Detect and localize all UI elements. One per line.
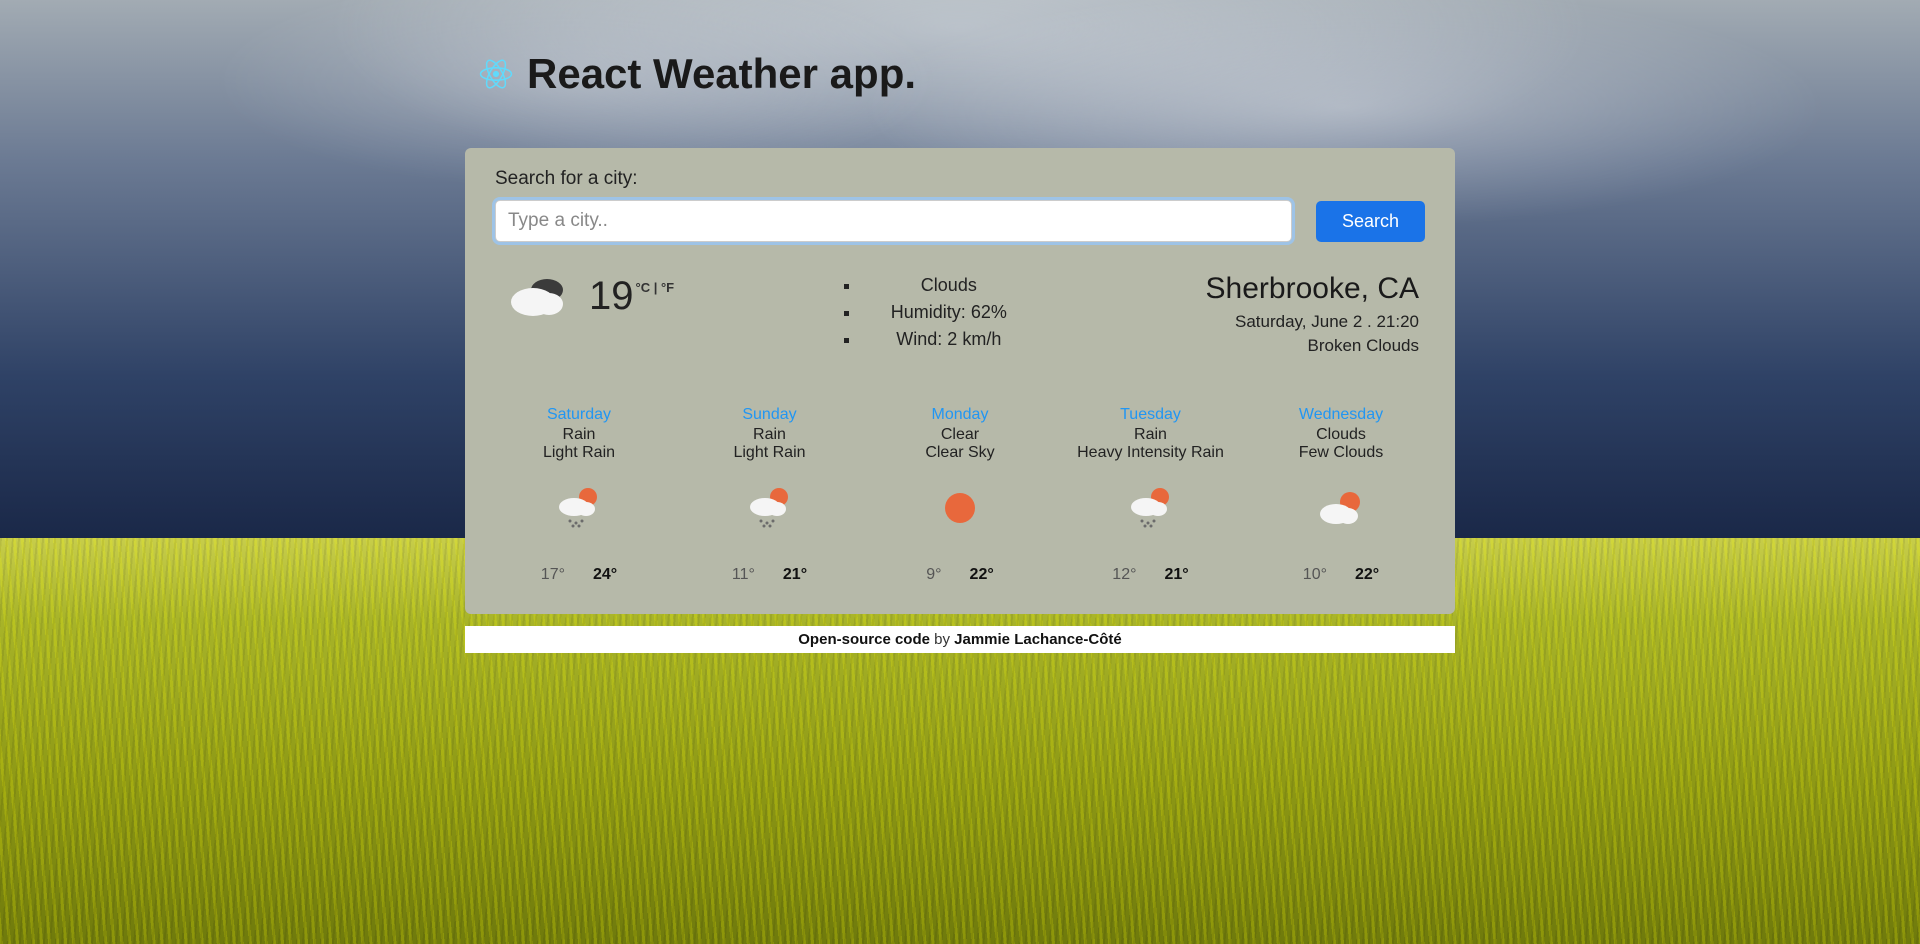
- forecast-main: Rain: [690, 426, 850, 444]
- forecast-main: Clouds: [1261, 426, 1421, 444]
- rain-sun-icon: [499, 480, 659, 536]
- forecast-high: 21°: [1165, 566, 1189, 584]
- detail-condition: Clouds: [861, 272, 1037, 299]
- current-location-block: Sherbrooke, CA Saturday, June 2 . 21:20 …: [1206, 272, 1425, 356]
- footer: Open-source code by Jammie Lachance-Côté: [465, 626, 1455, 653]
- forecast-low: 12°: [1112, 566, 1136, 584]
- forecast-main: Rain: [1071, 426, 1231, 444]
- current-description: Broken Clouds: [1206, 336, 1419, 356]
- app-header: React Weather app.: [465, 50, 1455, 98]
- weather-card: Search for a city: Search 19 °C | °F: [465, 148, 1455, 614]
- current-temp-value: 19: [589, 274, 634, 319]
- cloud-sun-icon: [1261, 480, 1421, 536]
- forecast-desc: Light Rain: [690, 444, 850, 462]
- forecast-desc: Heavy Intensity Rain: [1071, 444, 1231, 462]
- forecast-desc: Clear Sky: [880, 444, 1040, 462]
- forecast-low: 9°: [926, 566, 941, 584]
- sun-icon: [880, 480, 1040, 536]
- search-label: Search for a city:: [495, 168, 1425, 190]
- location-name: Sherbrooke, CA: [1206, 272, 1419, 306]
- current-details: Clouds Humidity: 62% Wind: 2 km/h: [843, 272, 1037, 353]
- forecast-high: 21°: [783, 566, 807, 584]
- forecast-day: Tuesday RainHeavy Intensity Rain 12° 21°: [1071, 406, 1231, 584]
- footer-by: by: [930, 631, 954, 648]
- detail-wind: Wind: 2 km/h: [861, 326, 1037, 353]
- forecast-day: Saturday RainLight Rain 17° 24°: [499, 406, 659, 584]
- forecast-main: Rain: [499, 426, 659, 444]
- search-button[interactable]: Search: [1316, 201, 1425, 242]
- forecast-day-name: Tuesday: [1071, 406, 1231, 424]
- forecast-day: Sunday RainLight Rain 11° 21°: [690, 406, 850, 584]
- forecast-high: 22°: [1355, 566, 1379, 584]
- city-search-input[interactable]: [495, 200, 1292, 242]
- forecast-row: SaturdayRainLight Rain17°24°SundayRainLi…: [495, 406, 1425, 584]
- forecast-day-name: Monday: [880, 406, 1040, 424]
- forecast-low: 17°: [541, 566, 565, 584]
- forecast-desc: Light Rain: [499, 444, 659, 462]
- current-datetime: Saturday, June 2 . 21:20: [1206, 312, 1419, 332]
- forecast-day-name: Saturday: [499, 406, 659, 424]
- forecast-main: Clear: [880, 426, 1040, 444]
- app-title: React Weather app.: [527, 50, 916, 98]
- rain-sun-icon: [690, 480, 850, 536]
- forecast-low: 10°: [1303, 566, 1327, 584]
- forecast-day: Monday ClearClear Sky 9° 22°: [880, 406, 1040, 584]
- forecast-low: 11°: [732, 566, 755, 584]
- rain-sun-icon: [1071, 480, 1231, 536]
- unit-toggle[interactable]: °C | °F: [636, 280, 675, 295]
- detail-humidity: Humidity: 62%: [861, 299, 1037, 326]
- forecast-high: 24°: [593, 566, 617, 584]
- react-logo-icon: [479, 57, 513, 91]
- forecast-day-name: Wednesday: [1261, 406, 1421, 424]
- forecast-day-name: Sunday: [690, 406, 850, 424]
- forecast-day: Wednesday CloudsFew Clouds 10° 22°: [1261, 406, 1421, 584]
- forecast-high: 22°: [970, 566, 994, 584]
- open-source-link[interactable]: Open-source code: [798, 631, 930, 648]
- forecast-desc: Few Clouds: [1261, 444, 1421, 462]
- clouds-icon: [509, 272, 571, 320]
- author-link[interactable]: Jammie Lachance-Côté: [954, 631, 1122, 648]
- current-temperature-block: 19 °C | °F: [495, 272, 674, 320]
